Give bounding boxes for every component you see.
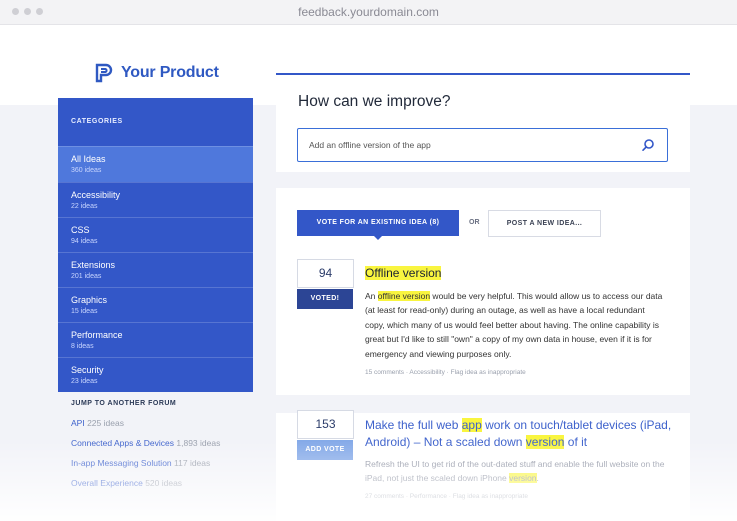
search-input-value: Add an offline version of the app — [309, 140, 431, 150]
sidebar-item-graphics[interactable]: Graphics 15 ideas — [58, 287, 253, 323]
idea-meta[interactable]: 15 comments · Accessibility · Flag idea … — [365, 369, 526, 376]
tab-separator-or: OR — [469, 219, 480, 226]
category-count: 360 ideas — [71, 167, 102, 174]
tab-vote-existing-idea[interactable]: VOTE FOR AN EXISTING IDEA (8) — [297, 210, 459, 236]
sidebar-item-css[interactable]: CSS 94 ideas — [58, 217, 253, 253]
brand-logo-icon — [95, 63, 113, 83]
forum-label: API — [71, 418, 85, 428]
category-label: Graphics — [71, 295, 108, 305]
idea-title[interactable]: Offline version — [365, 266, 442, 280]
categories-heading: CATEGORIES — [71, 118, 123, 125]
idea-title-highlight: app — [461, 418, 482, 432]
search-icon[interactable] — [641, 138, 655, 152]
sidebar-item-extensions[interactable]: Extensions 201 ideas — [58, 252, 253, 288]
categories-sidebar: CATEGORIES All Ideas 360 ideas Accessibi… — [58, 98, 253, 392]
vote-count: 94 — [297, 259, 354, 288]
category-count: 23 ideas — [71, 378, 98, 385]
forum-label: Overall Experience — [71, 478, 143, 488]
idea-text: would be very helpful. This would allow … — [365, 291, 663, 359]
forum-link-overall-experience[interactable]: Overall Experience 520 ideas — [71, 478, 182, 488]
forum-count: 1,893 ideas — [176, 438, 221, 448]
category-label: All Ideas — [71, 154, 106, 164]
category-label: Accessibility — [71, 190, 121, 200]
sidebar-item-all-ideas[interactable]: All Ideas 360 ideas — [58, 146, 253, 182]
idea-title-text: Offline version — [365, 266, 442, 280]
category-count: 94 ideas — [71, 238, 98, 245]
ideas-panel: VOTE FOR AN EXISTING IDEA (8) OR POST A … — [276, 188, 690, 521]
sidebar-item-security[interactable]: Security 23 ideas — [58, 357, 253, 393]
idea-meta[interactable]: 27 comments · Performance · Flag idea as… — [365, 493, 528, 500]
voted-button[interactable]: VOTED! — [297, 289, 353, 309]
forum-label: In-app Messaging Solution — [71, 458, 172, 468]
forum-count: 520 ideas — [145, 478, 183, 488]
forum-count: 225 ideas — [87, 418, 124, 428]
search-panel: How can we improve? Add an offline versi… — [276, 73, 690, 172]
idea-highlight: offline version — [377, 291, 431, 301]
idea-title[interactable]: Make the full web app work on touch/tabl… — [365, 417, 685, 450]
page: Your Product CATEGORIES All Ideas 360 id… — [0, 25, 737, 521]
sidebar-item-accessibility[interactable]: Accessibility 22 ideas — [58, 182, 253, 218]
idea-title-text: Make the full web — [365, 418, 462, 432]
add-vote-button[interactable]: ADD VOTE — [297, 440, 353, 460]
category-count: 201 ideas — [71, 273, 102, 280]
idea-highlight: version — [509, 473, 537, 484]
forum-link-in-app-messaging[interactable]: In-app Messaging Solution 117 ideas — [71, 458, 210, 468]
page-title: How can we improve? — [298, 93, 451, 110]
category-count: 8 ideas — [71, 343, 94, 350]
idea-text: . — [536, 473, 539, 484]
idea-text: An — [365, 291, 378, 301]
search-input[interactable]: Add an offline version of the app — [297, 128, 668, 162]
active-tab-caret — [373, 235, 383, 240]
forum-count: 117 ideas — [174, 458, 211, 468]
brand-name: Your Product — [121, 64, 219, 81]
category-count: 15 ideas — [71, 308, 98, 315]
brand-logo[interactable]: Your Product — [95, 63, 219, 83]
idea-title-highlight: version — [525, 434, 565, 449]
jump-forum-heading: JUMP TO ANOTHER FORUM — [71, 400, 177, 407]
forum-link-api[interactable]: API 225 ideas — [71, 418, 124, 428]
sidebar-item-performance[interactable]: Performance 8 ideas — [58, 322, 253, 358]
browser-chrome: feedback.yourdomain.com — [0, 0, 737, 25]
category-label: Performance — [71, 330, 123, 340]
idea-description: Refresh the UI to get rid of the out-dat… — [365, 457, 665, 486]
idea-description: An offline version would be very helpful… — [365, 289, 665, 361]
category-count: 22 ideas — [71, 203, 98, 210]
idea-title-text: of it — [564, 434, 588, 449]
tab-post-new-idea[interactable]: POST A NEW IDEA... — [488, 210, 601, 237]
category-label: CSS — [71, 225, 90, 235]
vote-count: 153 — [297, 410, 354, 439]
category-label: Extensions — [71, 260, 116, 270]
category-label: Security — [71, 365, 104, 375]
address-bar[interactable]: feedback.yourdomain.com — [0, 5, 737, 19]
forum-link-connected-apps[interactable]: Connected Apps & Devices 1,893 ideas — [71, 438, 220, 448]
forum-label: Connected Apps & Devices — [71, 438, 175, 448]
